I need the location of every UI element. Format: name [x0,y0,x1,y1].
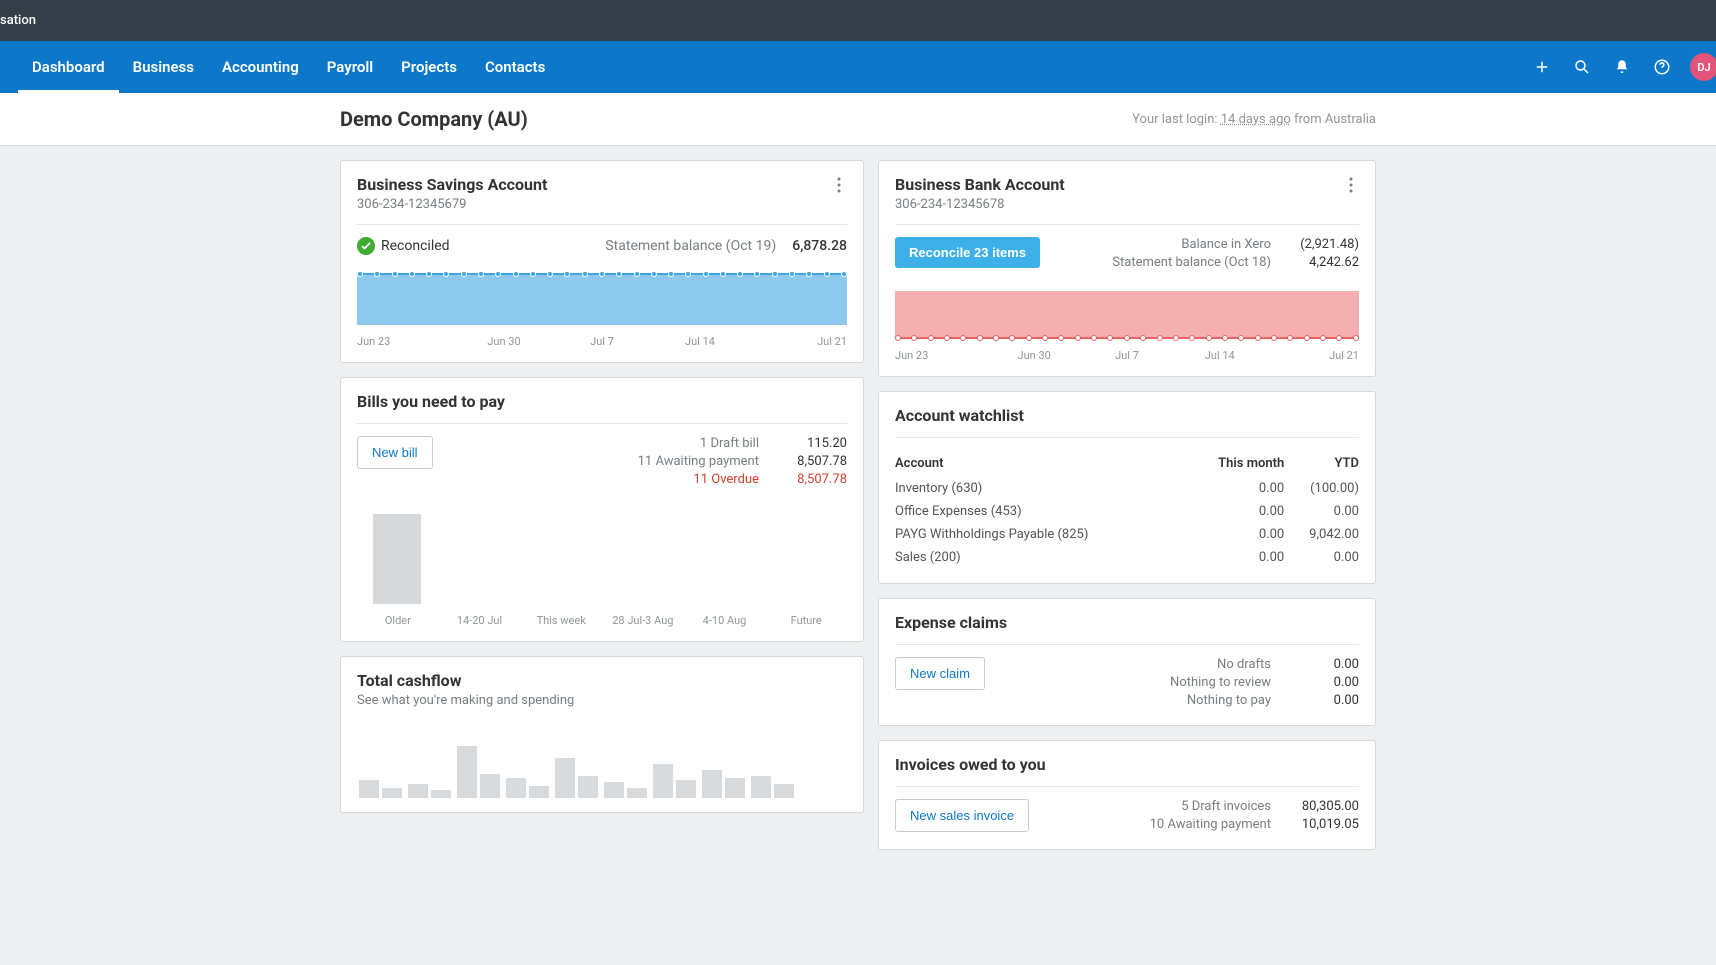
nav-projects[interactable]: Projects [387,41,471,93]
table-row: Office Expenses (453)0.000.00 [895,500,1359,523]
org-label-fragment: sation [0,13,36,28]
table-row: Sales (200)0.000.00 [895,546,1359,569]
expense-title: Expense claims [895,613,1359,632]
last-login-days[interactable]: 14 days ago [1221,112,1291,127]
table-row: Inventory (630)0.00(100.00) [895,477,1359,500]
bank-menu-icon[interactable] [1343,175,1359,199]
new-invoice-button[interactable]: New sales invoice [895,799,1029,832]
check-icon [357,237,375,255]
primary-nav: Dashboard Business Accounting Payroll Pr… [0,41,1716,93]
bills-title: Bills you need to pay [357,392,847,411]
watchlist-card: Account watchlist Account This month YTD… [878,391,1376,584]
invoices-title: Invoices owed to you [895,755,1359,774]
bills-bar-chart [357,514,847,604]
savings-stmt-label: Statement balance (Oct 19) [605,238,776,254]
org-switch[interactable] [0,41,18,93]
bank-title: Business Bank Account [895,175,1065,194]
savings-title: Business Savings Account [357,175,547,194]
nav-contacts[interactable]: Contacts [471,41,559,93]
bank-account-card: Business Bank Account 306-234-12345678 R… [878,160,1376,377]
company-name: Demo Company (AU) [340,107,528,131]
savings-account-number: 306-234-12345679 [357,197,547,212]
expense-card: Expense claims New claim No drafts0.00 N… [878,598,1376,726]
reconcile-button[interactable]: Reconcile 23 items [895,237,1040,268]
bills-stats: 1 Draft bill115.20 11 Awaiting payment8,… [638,436,847,490]
nav-dashboard[interactable]: Dashboard [18,41,119,93]
add-icon[interactable] [1522,41,1562,93]
top-bar: sation [0,0,1716,41]
new-bill-button[interactable]: New bill [357,436,433,469]
search-icon[interactable] [1562,41,1602,93]
savings-stmt-value: 6,878.28 [792,238,847,254]
cashflow-bars [357,728,847,798]
nav-payroll[interactable]: Payroll [313,41,387,93]
cashflow-subtitle: See what you're making and spending [357,693,847,708]
bank-chart: Jun 23 Jun 30 Jul 7 Jul 14 Jul 21 [895,291,1359,362]
nav-business[interactable]: Business [119,41,208,93]
invoices-card: Invoices owed to you New sales invoice 5… [878,740,1376,850]
cashflow-card: Total cashflow See what you're making an… [340,656,864,813]
bell-icon[interactable] [1602,41,1642,93]
watchlist-table: Account This month YTD Inventory (630)0.… [895,450,1359,569]
watchlist-title: Account watchlist [895,406,1359,425]
reconciled-badge: Reconciled [357,237,450,255]
new-claim-button[interactable]: New claim [895,657,985,690]
last-login: Your last login: 14 days ago from Austra… [1132,112,1376,127]
help-icon[interactable] [1642,41,1682,93]
avatar[interactable]: DJ [1690,53,1716,81]
savings-account-card: Business Savings Account 306-234-1234567… [340,160,864,363]
cashflow-title: Total cashflow [357,671,847,690]
bank-account-number: 306-234-12345678 [895,197,1065,212]
bills-card: Bills you need to pay New bill 1 Draft b… [340,377,864,642]
nav-accounting[interactable]: Accounting [208,41,313,93]
page-header: Demo Company (AU) Your last login: 14 da… [0,93,1716,146]
savings-menu-icon[interactable] [831,175,847,199]
savings-chart: Jun 23 Jun 30 Jul 7 Jul 14 Jul 21 [357,273,847,348]
table-row: PAYG Withholdings Payable (825)0.009,042… [895,523,1359,546]
